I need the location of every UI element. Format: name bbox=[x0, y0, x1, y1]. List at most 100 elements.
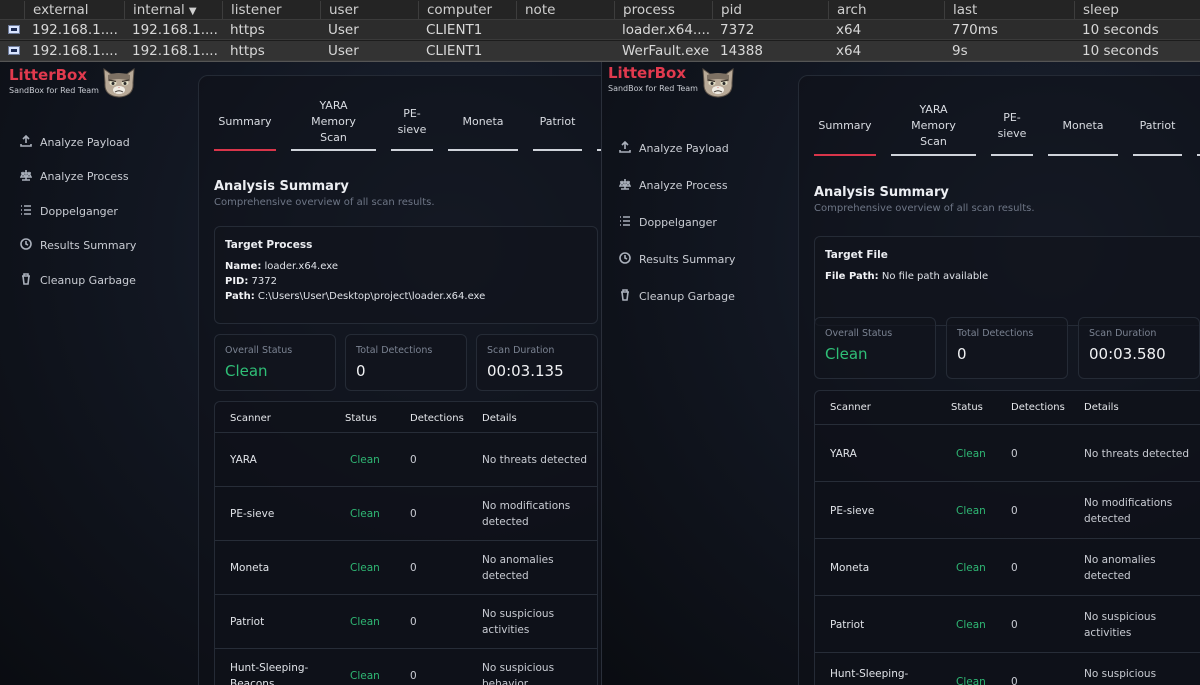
status-badge: Clean bbox=[350, 454, 380, 466]
tab-label-line: PE- bbox=[403, 107, 421, 120]
scan-details-line: No suspicious bbox=[482, 608, 555, 620]
stat-value: 00:03.580 bbox=[1089, 345, 1166, 363]
scanner-name-line: Moneta bbox=[830, 561, 870, 574]
status-badge: Clean bbox=[350, 562, 380, 574]
tab-label-line: Memory bbox=[311, 115, 356, 128]
column-header-last[interactable]: last bbox=[944, 1, 1074, 19]
app-name: LitterBox bbox=[608, 64, 687, 82]
tab-label-line: Scan bbox=[920, 135, 947, 148]
app-logo[interactable]: LitterBox SandBox for Red Team bbox=[608, 64, 698, 93]
sidebar-item-analyze-payload[interactable]: Analyze Payload bbox=[20, 125, 136, 160]
session-user: User bbox=[328, 43, 359, 59]
sidebar-item-doppelganger[interactable]: Doppelganger bbox=[20, 194, 136, 229]
scan-details-line: No threats detected bbox=[1084, 447, 1190, 460]
target-info-card: Target Process Name: loader.x64.exe PID: 7… bbox=[214, 226, 598, 324]
target-field-value: 7372 bbox=[251, 276, 277, 287]
scanner-name: Moneta bbox=[230, 560, 269, 576]
column-header-note[interactable]: note bbox=[516, 1, 614, 19]
scanner-name-line: Patriot bbox=[230, 616, 265, 628]
stat-value: Clean bbox=[825, 345, 868, 363]
target-field-value: C:\Users\User\Desktop\project\loader.x64… bbox=[257, 291, 486, 302]
list-icon bbox=[619, 215, 639, 230]
tab-moneta[interactable]: Moneta bbox=[448, 95, 518, 151]
tab-label-line: PE- bbox=[1003, 111, 1021, 124]
table-row: Patriot Clean 0 No suspicious activities bbox=[815, 595, 1200, 652]
tab-patriot[interactable]: Patriot bbox=[1133, 98, 1182, 156]
stat-label: Total Detections bbox=[356, 345, 433, 356]
stat-label: Scan Duration bbox=[487, 345, 555, 356]
table-row: Hunt-Sleeping- Beacons Clean 0 No suspicious… bbox=[215, 648, 597, 685]
tab-summary[interactable]: Summary bbox=[214, 95, 276, 151]
session-note bbox=[516, 42, 614, 60]
app-logo[interactable]: LitterBox SandBox for Red Team bbox=[9, 66, 99, 95]
column-header-internal[interactable]: internal ▼ bbox=[124, 1, 222, 19]
tab-yaramemoryscan[interactable]: YARA Memory Scan bbox=[891, 98, 976, 156]
sidebar-item-results-summary[interactable]: Results Summary bbox=[20, 229, 136, 264]
tab-summary[interactable]: Summary bbox=[814, 98, 876, 156]
sidebar-item-analyze-process[interactable]: Analyze Process bbox=[618, 167, 735, 204]
session-row[interactable]: 192.168.1.... 192.168.1.... https User C… bbox=[0, 20, 1200, 40]
upload-icon bbox=[20, 134, 40, 150]
tab-yaramemoryscan[interactable]: YARA Memory Scan bbox=[291, 95, 376, 151]
sidebar-item-cleanup-garbage[interactable]: Cleanup Garbage bbox=[20, 263, 136, 298]
session-computer: CLIENT1 bbox=[426, 22, 483, 38]
table-row: PE-sieve Clean 0 No modifications detected bbox=[215, 486, 597, 540]
scale-icon bbox=[19, 169, 40, 184]
scale-icon bbox=[618, 178, 639, 193]
session-row[interactable]: 192.168.1.... 192.168.1.... https User C… bbox=[0, 41, 1200, 61]
detection-count: 0 bbox=[410, 508, 417, 520]
sidebar-item-results-summary[interactable]: Results Summary bbox=[619, 241, 735, 278]
column-header-process[interactable]: process bbox=[614, 1, 712, 19]
stat-card-status: Overall Status Clean bbox=[214, 334, 336, 391]
scan-details-line: activities bbox=[1084, 626, 1132, 639]
column-header-computer[interactable]: computer bbox=[418, 1, 516, 19]
sidebar-nav: Analyze Payload Analyze Process Doppelgang… bbox=[19, 125, 136, 298]
session-process: WerFault.exe bbox=[622, 43, 710, 59]
tab-label-line: Patriot bbox=[539, 115, 576, 128]
table-row: Moneta Clean 0 No anomalies detected bbox=[215, 540, 597, 594]
sidebar-item-label: Cleanup Garbage bbox=[639, 290, 735, 303]
trash-icon bbox=[619, 289, 639, 304]
column-header-pid[interactable]: pid bbox=[712, 1, 828, 19]
scan-details: No modifications detected bbox=[482, 498, 570, 530]
tab-label: Summary bbox=[218, 114, 271, 130]
scanner-name: Patriot bbox=[830, 617, 864, 633]
tab-pesieve[interactable]: PE-sieve bbox=[991, 98, 1033, 156]
tab-moneta[interactable]: Moneta bbox=[1048, 98, 1118, 156]
tab-label-line: sieve bbox=[997, 127, 1027, 140]
stat-value: 0 bbox=[356, 362, 366, 380]
sidebar-item-analyze-payload[interactable]: Analyze Payload bbox=[619, 130, 735, 167]
session-listener: https bbox=[230, 43, 265, 59]
column-header-internal-label: internal bbox=[133, 2, 185, 18]
tab-label-line: Summary bbox=[218, 115, 272, 128]
target-field-key: PID: bbox=[225, 276, 249, 287]
status-badge: Clean bbox=[350, 508, 380, 520]
sidebar-item-label: Analyze Payload bbox=[40, 135, 130, 149]
column-header-listener[interactable]: listener bbox=[222, 1, 320, 19]
column-header-user[interactable]: user bbox=[320, 1, 418, 19]
session-internal: 192.168.1.... bbox=[132, 22, 218, 38]
column-header-arch[interactable]: arch bbox=[828, 1, 944, 19]
session-arch: x64 bbox=[836, 43, 862, 59]
column-header-external[interactable]: external bbox=[24, 1, 124, 19]
scan-details-line: detected bbox=[1084, 569, 1131, 582]
target-field-key: Name: bbox=[225, 261, 262, 272]
tab-label-line: Patriot bbox=[1139, 119, 1176, 132]
tab-patriot[interactable]: Patriot bbox=[533, 95, 582, 151]
sidebar-item-cleanup-garbage[interactable]: Cleanup Garbage bbox=[619, 278, 735, 315]
sidebar-item-analyze-process[interactable]: Analyze Process bbox=[19, 160, 136, 195]
column-header-sleep[interactable]: sleep bbox=[1074, 1, 1200, 19]
table-row: Hunt-Sleeping- Beacons Clean 0 No suspicious… bbox=[815, 652, 1200, 685]
section-title: Analysis Summary bbox=[214, 179, 349, 194]
stat-value: 0 bbox=[957, 345, 967, 363]
target-field-value: No file path available bbox=[881, 271, 989, 282]
tab-label-line: Scan bbox=[320, 131, 347, 144]
beacon-icon bbox=[8, 25, 20, 34]
scan-details: No suspicious behavior bbox=[1084, 666, 1156, 685]
scanner-name-line: Patriot bbox=[830, 618, 865, 631]
scan-details: No threats detected bbox=[482, 452, 587, 468]
scan-details-line: behavior bbox=[1084, 682, 1156, 685]
tab-pesieve[interactable]: PE-sieve bbox=[391, 95, 433, 151]
app-name: LitterBox bbox=[9, 66, 88, 84]
sidebar-item-doppelganger[interactable]: Doppelganger bbox=[619, 204, 735, 241]
